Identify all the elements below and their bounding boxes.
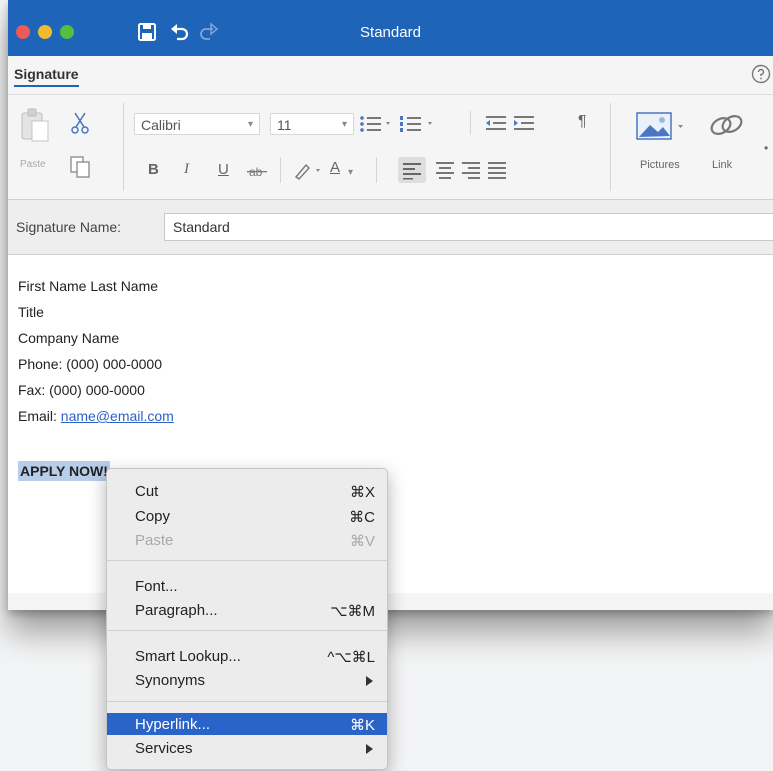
help-icon[interactable] — [751, 64, 771, 84]
title-bar: Standard — [8, 0, 773, 56]
menu-item-label: Font... — [135, 578, 178, 595]
paste-label: Paste — [20, 159, 46, 170]
align-right-icon[interactable] — [460, 159, 482, 181]
font-name-value: Calibri — [141, 117, 181, 133]
menu-item-label: Services — [135, 740, 193, 757]
increase-indent-icon[interactable] — [512, 113, 536, 135]
font-size-dropdown[interactable]: 11 ▾ — [270, 113, 354, 135]
link-label: Link — [712, 159, 733, 171]
signature-name-row: Signature Name: Standard — [8, 200, 773, 255]
font-size-value: 11 — [277, 117, 292, 133]
menu-item-label: Copy — [135, 508, 171, 525]
font-color-button[interactable]: A — [330, 159, 340, 176]
menu-item-cut[interactable]: Cut ⌘X — [107, 480, 387, 502]
menu-separator — [107, 560, 387, 561]
decrease-indent-icon[interactable] — [484, 113, 508, 135]
menu-item-label: Paragraph... — [135, 602, 218, 619]
email-label: Email: — [18, 408, 61, 424]
window-title: Standard — [360, 24, 421, 41]
ribbon-separator — [123, 103, 124, 191]
signature-line-company: Company Name — [18, 330, 120, 346]
ribbon-toolbar: Paste Calibri ▾ 11 ▾ ¶ B I U ab A ▾ Pict… — [8, 95, 773, 200]
menu-item-label: Hyperlink... — [135, 716, 211, 733]
signature-line-email: Email: name@email.com — [18, 408, 174, 424]
paste-icon[interactable] — [18, 107, 52, 143]
menu-item-label: Smart Lookup... — [135, 648, 241, 665]
align-center-icon[interactable] — [434, 159, 456, 181]
ribbon-separator — [280, 157, 281, 183]
more-button[interactable]: • — [764, 141, 768, 155]
signature-line-title: Title — [18, 304, 44, 320]
menu-item-hyperlink[interactable]: Hyperlink... ⌘K — [107, 713, 387, 735]
ribbon-tab-bar: Signature — [8, 56, 773, 95]
chevron-down-icon: ▾ — [341, 119, 347, 130]
apply-now-text-selected[interactable]: APPLY NOW! — [18, 461, 110, 481]
email-link[interactable]: name@email.com — [61, 408, 174, 424]
menu-item-label: Cut — [135, 483, 159, 500]
menu-item-font[interactable]: Font... — [107, 575, 387, 597]
tab-signature[interactable]: Signature — [14, 66, 79, 87]
menu-item-paste[interactable]: Paste ⌘V — [107, 529, 387, 551]
menu-item-label: Paste — [135, 532, 174, 549]
align-left-icon[interactable] — [398, 157, 426, 183]
menu-item-paragraph[interactable]: Paragraph... ⌥⌘M — [107, 599, 387, 621]
menu-item-label: Synonyms — [135, 672, 206, 689]
signature-line-fax: Fax: (000) 000-0000 — [18, 382, 145, 398]
signature-name-label: Signature Name: — [16, 219, 122, 235]
menu-item-copy[interactable]: Copy ⌘C — [107, 505, 387, 527]
signature-name-input[interactable]: Standard — [164, 213, 773, 241]
menu-item-shortcut: ^⌥⌘L — [327, 649, 375, 666]
menu-item-smart-lookup[interactable]: Smart Lookup... ^⌥⌘L — [107, 645, 387, 667]
menu-separator — [107, 701, 387, 702]
menu-item-shortcut: ⌘X — [349, 484, 375, 501]
menu-item-shortcut: ⌘K — [349, 717, 375, 734]
menu-separator — [107, 630, 387, 631]
italic-button[interactable]: I — [184, 161, 189, 178]
menu-item-services[interactable]: Services — [107, 737, 387, 759]
ribbon-separator — [470, 111, 471, 135]
ribbon-separator — [610, 103, 611, 191]
show-formatting-button[interactable]: ¶ — [578, 113, 587, 131]
cut-icon[interactable] — [70, 111, 90, 135]
context-menu: Cut ⌘X Copy ⌘C Paste ⌘V Font... Paragrap… — [106, 468, 388, 770]
signature-line-phone: Phone: (000) 000-0000 — [18, 356, 162, 372]
justify-icon[interactable] — [486, 159, 508, 181]
strikethrough-icon[interactable]: ab — [246, 161, 268, 181]
link-icon[interactable] — [704, 109, 750, 143]
chevron-down-icon: ▾ — [247, 119, 253, 130]
font-name-dropdown[interactable]: Calibri ▾ — [134, 113, 260, 135]
signature-line-name: First Name Last Name — [18, 278, 159, 294]
chevron-down-icon: ▾ — [348, 167, 354, 178]
menu-item-synonyms[interactable]: Synonyms — [107, 669, 387, 691]
ribbon-separator — [376, 157, 377, 183]
underline-button[interactable]: U — [218, 161, 229, 178]
menu-item-shortcut: ⌥⌘M — [330, 603, 375, 620]
highlight-icon[interactable] — [292, 159, 328, 181]
copy-icon[interactable] — [68, 155, 92, 179]
numbering-icon[interactable] — [398, 113, 436, 135]
pictures-icon[interactable] — [636, 109, 688, 143]
bullets-icon[interactable] — [358, 113, 394, 135]
menu-item-shortcut: ⌘V — [349, 533, 375, 550]
pictures-label: Pictures — [640, 159, 680, 171]
menu-item-shortcut: ⌘C — [349, 509, 375, 526]
bold-button[interactable]: B — [148, 161, 159, 178]
submenu-arrow-icon — [366, 676, 373, 686]
submenu-arrow-icon — [366, 744, 373, 754]
